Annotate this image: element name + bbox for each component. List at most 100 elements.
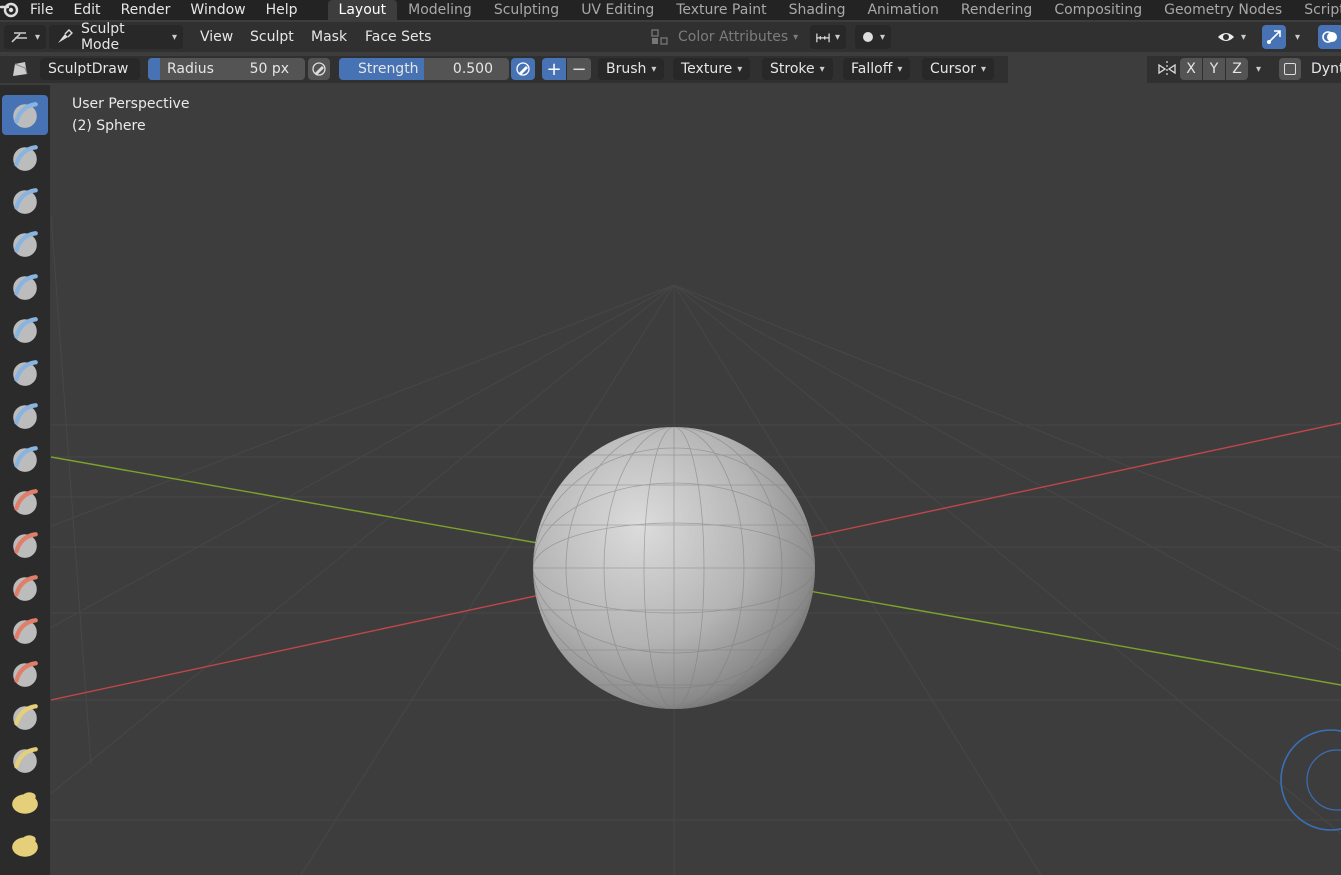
eye-icon xyxy=(1218,33,1234,41)
pen-pressure-icon xyxy=(312,62,326,76)
workspace-tab-geometry-nodes[interactable]: Geometry Nodes xyxy=(1153,0,1293,20)
workspace-tabs: Layout Modeling Sculpting UV Editing Texture… xyxy=(327,0,1341,20)
strength-pressure-button[interactable] xyxy=(511,58,535,80)
brush-name-field[interactable]: SculptDraw xyxy=(40,58,140,80)
overlays-icon xyxy=(1322,31,1337,43)
minus-icon: − xyxy=(571,58,587,80)
viewport-header: ▾ Sculpt Mode ▾ View Sculpt Mask Face Set… xyxy=(0,21,1341,53)
overlay-dropdown[interactable]: ▾ xyxy=(855,25,891,49)
workspace-tab-shading[interactable]: Shading xyxy=(778,0,857,20)
color-attributes-dropdown[interactable]: Color Attributes ▾ xyxy=(650,25,798,49)
draw-sharp-brush-icon[interactable] xyxy=(2,138,48,178)
tool-settings-bar: SculptDraw Radius 50 px Strength 0.500 +… xyxy=(0,56,1008,83)
texture-dropdown-label: Texture xyxy=(681,61,733,77)
dyntopo-checkbox[interactable] xyxy=(1279,58,1301,80)
elastic-deform-brush-icon[interactable] xyxy=(2,783,48,823)
workspace-tab-scripting[interactable]: Scripting xyxy=(1293,0,1341,20)
header-menu-view[interactable]: View xyxy=(200,25,233,49)
sculpt-toolshelf xyxy=(0,85,50,875)
editor-type-icon xyxy=(11,32,27,43)
multiplane-scrape-brush-icon[interactable] xyxy=(2,654,48,694)
brush-dropdown[interactable]: Brush ▾ xyxy=(598,58,665,80)
header-menu-sculpt[interactable]: Sculpt xyxy=(250,25,294,49)
menu-render[interactable]: Render xyxy=(111,0,181,20)
strength-label: Strength xyxy=(358,61,419,77)
color-attributes-icon xyxy=(651,29,668,45)
measure-icon xyxy=(816,33,830,43)
workspace-tab-rendering[interactable]: Rendering xyxy=(950,0,1044,20)
draw-brush-icon[interactable] xyxy=(2,95,48,135)
overlays-toggle-button[interactable] xyxy=(1318,25,1341,49)
pinch-brush-icon[interactable] xyxy=(2,697,48,737)
blender-logo-icon[interactable] xyxy=(0,0,20,20)
dyntopo-label: Dynt xyxy=(1311,61,1341,77)
header-menu-mask[interactable]: Mask xyxy=(311,25,347,49)
visibility-dropdown[interactable]: ▾ xyxy=(1216,25,1246,49)
symmetry-dropdown[interactable]: ▾ xyxy=(1251,58,1261,80)
workspace-tab-texture-paint[interactable]: Texture Paint xyxy=(665,0,777,20)
falloff-dropdown[interactable]: Falloff ▾ xyxy=(843,58,911,80)
sculpt-brush-icon xyxy=(57,29,73,43)
mirror-icon[interactable] xyxy=(1157,58,1177,80)
strength-value: 0.500 xyxy=(452,61,493,77)
workspace-tab-layout[interactable]: Layout xyxy=(327,0,398,20)
gizmo-toggle-button[interactable] xyxy=(1262,25,1286,49)
radius-slider[interactable]: Radius 50 px xyxy=(148,58,305,80)
plus-icon: + xyxy=(546,58,562,80)
header-menu-face-sets[interactable]: Face Sets xyxy=(365,25,431,49)
menu-file[interactable]: File xyxy=(20,0,63,20)
inflate-brush-icon[interactable] xyxy=(2,353,48,393)
workspace-tab-uv-editing[interactable]: UV Editing xyxy=(570,0,665,20)
active-object-label: (2) Sphere xyxy=(72,118,146,134)
blob-brush-icon[interactable] xyxy=(2,396,48,436)
cursor-dropdown-label: Cursor xyxy=(930,61,977,77)
direction-add-button[interactable]: + xyxy=(542,58,566,80)
menu-edit[interactable]: Edit xyxy=(63,0,110,20)
symmetry-x-button[interactable]: X xyxy=(1180,58,1202,80)
viewport-scene xyxy=(51,85,1341,875)
stroke-dropdown[interactable]: Stroke ▾ xyxy=(762,58,833,80)
view-name-label: User Perspective xyxy=(72,96,190,112)
workspace-tab-compositing[interactable]: Compositing xyxy=(1043,0,1153,20)
strength-slider[interactable]: Strength 0.500 xyxy=(339,58,509,80)
clay-thumb-brush-icon[interactable] xyxy=(2,267,48,307)
workspace-tab-sculpting[interactable]: Sculpting xyxy=(483,0,570,20)
shading-menu-dropdown[interactable]: ▾ xyxy=(810,25,846,49)
radius-value: 50 px xyxy=(249,61,289,77)
radius-pressure-button[interactable] xyxy=(308,58,330,80)
layer-brush-icon[interactable] xyxy=(2,310,48,350)
workspace-tab-modeling[interactable]: Modeling xyxy=(397,0,483,20)
stroke-dropdown-label: Stroke xyxy=(770,61,815,77)
symmetry-y-button[interactable]: Y xyxy=(1203,58,1225,80)
3d-viewport[interactable]: User Perspective (2) Sphere xyxy=(51,85,1341,875)
direction-subtract-button[interactable]: − xyxy=(567,58,591,80)
clay-strips-brush-icon[interactable] xyxy=(2,224,48,264)
sphere-display-icon xyxy=(862,32,873,42)
menu-window[interactable]: Window xyxy=(180,0,255,20)
mode-dropdown[interactable]: Sculpt Mode ▾ xyxy=(49,21,183,53)
editor-type-dropdown[interactable]: ▾ xyxy=(4,25,46,49)
texture-dropdown[interactable]: Texture ▾ xyxy=(673,58,751,80)
brush-dropdown-label: Brush xyxy=(606,61,647,77)
fill-brush-icon[interactable] xyxy=(2,568,48,608)
snake-hook-brush-icon[interactable] xyxy=(2,826,48,866)
workspace-tab-animation[interactable]: Animation xyxy=(856,0,949,20)
mode-label: Sculpt Mode xyxy=(80,21,125,53)
brush-thumbnail-icon[interactable] xyxy=(10,58,30,80)
top-bar: File Edit Render Window Help Layout Modeling S… xyxy=(0,0,1341,20)
cursor-dropdown[interactable]: Cursor ▾ xyxy=(922,58,995,80)
falloff-dropdown-label: Falloff xyxy=(851,61,893,77)
color-attributes-label: Color Attributes xyxy=(678,29,789,45)
grab-brush-icon[interactable] xyxy=(2,740,48,780)
symmetry-bar: X Y Z ▾ Dynt xyxy=(1147,56,1341,83)
gizmo-dropdown[interactable]: ▾ xyxy=(1290,25,1300,49)
flatten-brush-icon[interactable] xyxy=(2,525,48,565)
menu-help[interactable]: Help xyxy=(256,0,308,20)
radius-label: Radius xyxy=(167,61,214,77)
crease-brush-icon[interactable] xyxy=(2,439,48,479)
clay-brush-icon[interactable] xyxy=(2,181,48,221)
smooth-brush-icon[interactable] xyxy=(2,482,48,522)
symmetry-z-button[interactable]: Z xyxy=(1226,58,1248,80)
gizmo-icon xyxy=(1267,30,1281,44)
scrape-brush-icon[interactable] xyxy=(2,611,48,651)
